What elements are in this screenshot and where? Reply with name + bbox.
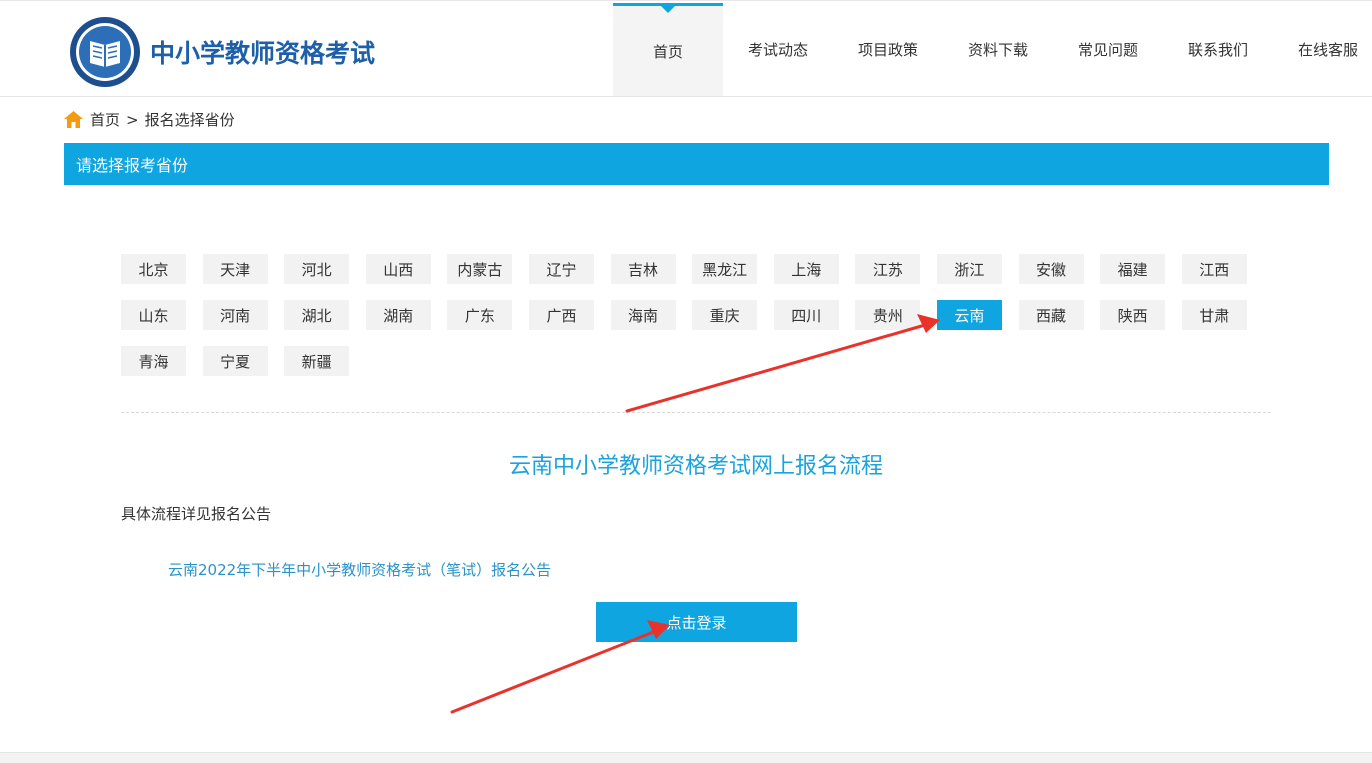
flow-detail-text: 具体流程详见报名公告: [121, 505, 272, 523]
active-caret: [661, 6, 675, 13]
nav-contact[interactable]: 联系我们: [1163, 3, 1273, 96]
dashed-divider: [121, 412, 1271, 413]
province-20[interactable]: 海南: [610, 300, 676, 330]
province-21[interactable]: 重庆: [692, 300, 758, 330]
province-2[interactable]: 河北: [284, 254, 350, 284]
nav-label: 资料下载: [967, 41, 1028, 59]
breadcrumb-separator: >: [126, 110, 139, 129]
province-30[interactable]: 新疆: [284, 346, 350, 376]
exam-emblem-icon: [70, 17, 140, 87]
province-14[interactable]: 山东: [121, 300, 186, 330]
home-icon: [64, 111, 83, 128]
nav-online-service[interactable]: 在线客服: [1273, 3, 1372, 96]
province-11[interactable]: 安徽: [1018, 254, 1084, 284]
province-25[interactable]: 西藏: [1018, 300, 1084, 330]
province-19[interactable]: 广西: [528, 300, 594, 330]
nav-label: 首页: [652, 42, 683, 61]
nav-downloads[interactable]: 资料下载: [943, 3, 1053, 96]
nav-label: 联系我们: [1187, 41, 1248, 59]
nav-label: 考试动态: [747, 41, 808, 59]
section-title-bar: 请选择报考省份: [64, 143, 1329, 185]
province-16[interactable]: 湖北: [284, 300, 350, 330]
footer-strip: [0, 752, 1372, 763]
flow-title: 云南中小学教师资格考试网上报名流程: [508, 454, 883, 479]
site-header: 中小学教师资格考试 首页 考试动态 项目政策 资料下载 常见问题 联系我们 在线…: [0, 0, 1372, 97]
login-button[interactable]: 点击登录: [596, 602, 797, 642]
nav-policy[interactable]: 项目政策: [833, 3, 943, 96]
province-6[interactable]: 吉林: [610, 254, 676, 284]
province-0[interactable]: 北京: [121, 254, 186, 284]
province-29[interactable]: 宁夏: [202, 346, 268, 376]
province-list: 北京 天津 河北 山西 内蒙古 辽宁 吉林 黑龙江 上海 江苏 浙江 安徽 福建 江西山东 河南 湖北 湖南 广东…: [121, 254, 1281, 392]
province-23[interactable]: 贵州: [855, 300, 921, 330]
section-title: 请选择报考省份: [76, 156, 189, 175]
province-3[interactable]: 山西: [365, 254, 431, 284]
nav-faq[interactable]: 常见问题: [1053, 3, 1163, 96]
breadcrumb-current: 报名选择省份: [144, 111, 235, 129]
province-15[interactable]: 河南: [202, 300, 268, 330]
registration-notice-link[interactable]: 云南2022年下半年中小学教师资格考试（笔试）报名公告: [168, 559, 551, 580]
breadcrumb: 首页 > 报名选择省份: [64, 109, 235, 130]
breadcrumb-home-link[interactable]: 首页: [90, 109, 120, 130]
site-logo[interactable]: 中小学教师资格考试: [68, 15, 375, 89]
logo-title: 中小学教师资格考试: [150, 39, 376, 68]
province-24[interactable]: 云南: [936, 300, 1002, 330]
province-13[interactable]: 江西: [1181, 254, 1247, 284]
nav-exam-news[interactable]: 考试动态: [723, 3, 833, 96]
province-17[interactable]: 湖南: [365, 300, 431, 330]
nav-label: 在线客服: [1297, 41, 1358, 59]
province-10[interactable]: 浙江: [936, 254, 1002, 284]
province-7[interactable]: 黑龙江: [692, 254, 758, 284]
province-18[interactable]: 广东: [447, 300, 513, 330]
province-5[interactable]: 辽宁: [528, 254, 594, 284]
province-9[interactable]: 江苏: [855, 254, 921, 284]
nav-label: 常见问题: [1077, 41, 1138, 59]
nav-home[interactable]: 首页: [613, 3, 723, 96]
main-nav: 首页 考试动态 项目政策 资料下载 常见问题 联系我们 在线客服: [613, 3, 1372, 96]
province-22[interactable]: 四川: [773, 300, 839, 330]
province-8[interactable]: 上海: [773, 254, 839, 284]
province-1[interactable]: 天津: [202, 254, 268, 284]
province-27[interactable]: 甘肃: [1181, 300, 1247, 330]
province-26[interactable]: 陕西: [1100, 300, 1166, 330]
province-12[interactable]: 福建: [1100, 254, 1166, 284]
nav-label: 项目政策: [857, 41, 918, 59]
province-28[interactable]: 青海: [121, 346, 186, 376]
province-4[interactable]: 内蒙古: [447, 254, 513, 284]
page: 中小学教师资格考试 首页 考试动态 项目政策 资料下载 常见问题 联系我们 在线…: [0, 0, 1372, 763]
